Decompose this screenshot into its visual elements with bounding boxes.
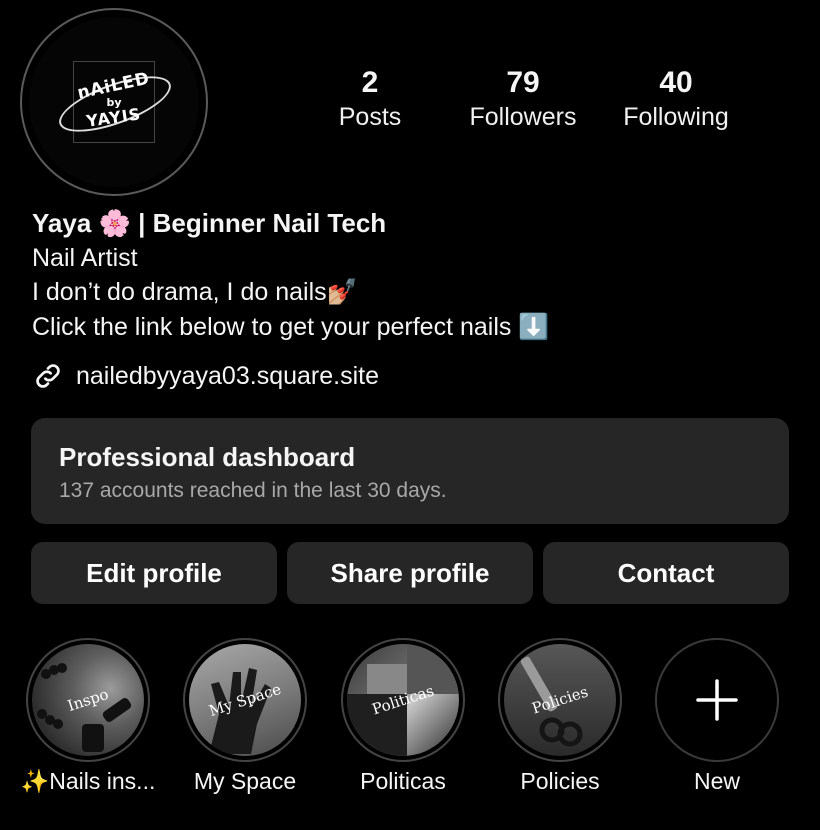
posts-label: Posts xyxy=(338,103,402,131)
plus-icon xyxy=(696,679,738,721)
brand-logo: nAiLED by YAYIS xyxy=(52,61,178,143)
highlight-label: New xyxy=(693,768,740,794)
new-highlight-button[interactable]: New xyxy=(655,638,779,794)
profile-name: Yaya 🌸 | Beginner Nail Tech xyxy=(32,208,387,238)
profile-avatar[interactable]: nAiLED by YAYIS xyxy=(20,8,208,196)
followers-label: Followers xyxy=(469,103,577,131)
following-label: Following xyxy=(623,103,729,131)
link-icon xyxy=(36,364,60,388)
profile-bio: Yaya 🌸 | Beginner Nail Tech Nail Artist … xyxy=(32,206,792,344)
dashboard-title: Professional dashboard xyxy=(59,442,356,472)
dashboard-subtitle: 137 accounts reached in the last 30 days… xyxy=(59,479,447,502)
contact-button[interactable]: Contact xyxy=(543,542,789,604)
bio-link[interactable]: nailedbyyaya03.square.site xyxy=(32,360,379,392)
highlight-my-space[interactable]: My Space My Space xyxy=(183,638,307,794)
bio-link-text[interactable]: nailedbyyaya03.square.site xyxy=(76,362,379,391)
highlight-ring: Policies xyxy=(498,638,622,762)
avatar-image: nAiLED by YAYIS xyxy=(29,17,199,187)
profile-category: Nail Artist xyxy=(32,243,138,272)
share-profile-button[interactable]: Share profile xyxy=(287,542,533,604)
stat-posts[interactable]: 2 Posts xyxy=(300,66,440,134)
professional-dashboard[interactable]: Professional dashboard 137 accounts reac… xyxy=(31,418,789,524)
highlight-nails-inspo[interactable]: Inspo ✨Nails ins... xyxy=(21,638,155,794)
logo-line-3: YAYIS xyxy=(85,104,143,131)
highlight-ring: Politicas xyxy=(341,638,465,762)
new-highlight-ring xyxy=(655,638,779,762)
highlight-policies[interactable]: Policies Policies xyxy=(498,638,622,794)
highlight-ring: My Space xyxy=(183,638,307,762)
stat-following[interactable]: 40 Following xyxy=(606,66,746,134)
followers-count: 79 xyxy=(506,66,540,99)
highlight-cover: Politicas xyxy=(347,644,459,756)
highlight-politicas[interactable]: Politicas Politicas xyxy=(341,638,465,794)
highlight-cover: Inspo xyxy=(32,644,144,756)
stat-followers[interactable]: 79 Followers xyxy=(453,66,593,134)
logo-text: nAiLED by YAYIS xyxy=(76,69,152,131)
bio-line-1: I don’t do drama, I do nails💅🏼 xyxy=(32,278,358,306)
following-count: 40 xyxy=(659,66,693,99)
highlight-cover: Policies xyxy=(504,644,616,756)
highlight-cover: My Space xyxy=(189,644,301,756)
bio-line-2: Click the link below to get your perfect… xyxy=(32,312,550,341)
posts-count: 2 xyxy=(361,66,379,99)
edit-profile-button[interactable]: Edit profile xyxy=(31,542,277,604)
highlight-ring: Inspo xyxy=(26,638,150,762)
